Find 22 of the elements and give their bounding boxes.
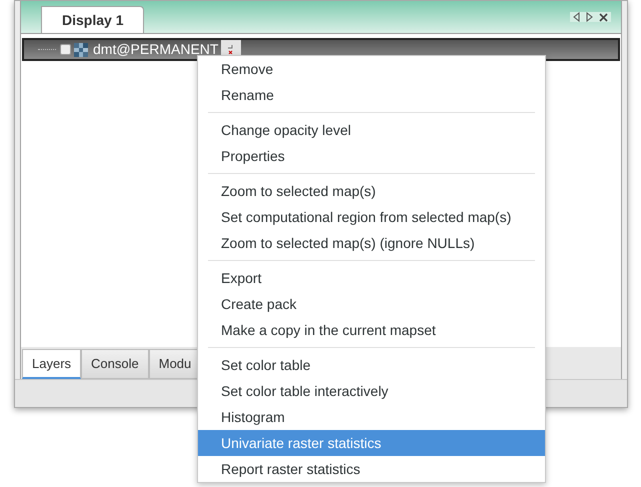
panel-tab[interactable]: Console (81, 349, 149, 379)
menu-item[interactable]: Make a copy in the current mapset (198, 317, 545, 343)
layer-name: dmt@PERMANENT (93, 40, 218, 59)
menu-item[interactable]: Set color table interactively (198, 378, 545, 404)
close-icon[interactable] (599, 12, 608, 22)
menu-item[interactable]: Properties (198, 143, 545, 169)
layer-checkbox[interactable] (60, 44, 71, 55)
menu-item[interactable]: Change opacity level (198, 117, 545, 143)
menu-item[interactable]: Zoom to selected map(s) (198, 178, 545, 204)
menu-item[interactable]: Histogram (198, 404, 545, 430)
menu-item[interactable]: Zoom to selected map(s) (ignore NULLs) (198, 230, 545, 256)
left-arrow-icon[interactable] (573, 12, 580, 22)
menu-item[interactable]: Create pack (198, 291, 545, 317)
right-arrow-icon[interactable] (586, 12, 593, 22)
display-tab[interactable]: Display 1 (41, 6, 144, 33)
menu-item[interactable]: Set computational region from selected map(s) (198, 204, 545, 230)
options-icon (227, 45, 236, 54)
menu-item[interactable]: Report raster statistics (198, 456, 545, 482)
raster-icon (74, 42, 88, 56)
panel-tab[interactable]: Layers (22, 349, 82, 379)
menu-item[interactable]: Rename (198, 82, 545, 108)
menu-item[interactable]: Export (198, 265, 545, 291)
